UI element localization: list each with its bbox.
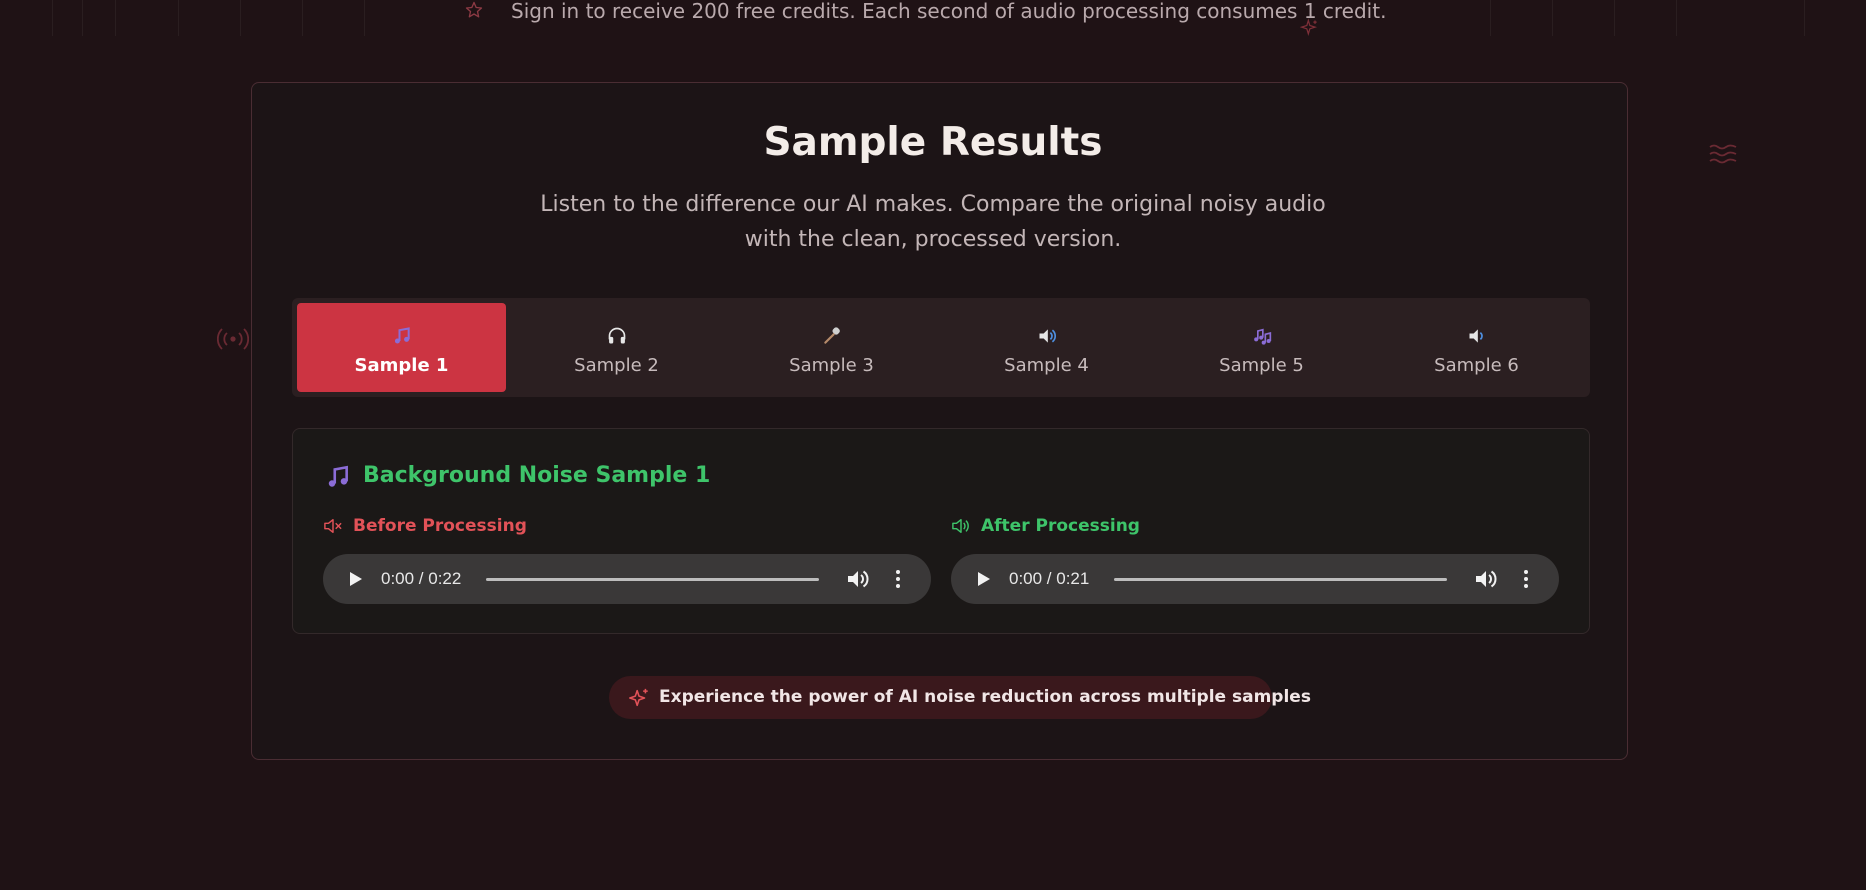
panel-title: Background Noise Sample 1: [363, 463, 711, 488]
volume-icon[interactable]: [1474, 568, 1498, 590]
section-subtitle-line-1: Listen to the difference our AI makes. C…: [540, 192, 1326, 217]
ai-feature-badge: Experience the power of AI noise reducti…: [609, 676, 1311, 719]
sample-tabs: Sample 1 Sample 2 Sample 3 Sample 4 Samp…: [292, 298, 1590, 397]
ai-feature-badge-text: Experience the power of AI noise reducti…: [659, 687, 1311, 707]
credits-banner-text: Sign in to receive 200 free credits. Eac…: [511, 0, 1387, 23]
after-audio-player[interactable]: 0:00 / 0:21: [951, 554, 1559, 604]
sparkle-icon: [1300, 18, 1318, 37]
sample-results-card: [251, 82, 1628, 760]
music-note-icon: [394, 327, 410, 344]
volume-icon[interactable]: [846, 568, 870, 590]
tab-sample-2-label: Sample 2: [574, 355, 659, 376]
more-options-icon[interactable]: [894, 568, 902, 590]
after-audio-seek-bar[interactable]: [1114, 578, 1447, 581]
tab-sample-2[interactable]: Sample 2: [512, 303, 721, 392]
headphones-icon: [608, 327, 625, 344]
section-title: Sample Results: [763, 120, 1103, 165]
tab-sample-6[interactable]: Sample 6: [1372, 303, 1581, 392]
sparkles-icon: [629, 688, 648, 707]
tab-sample-6-label: Sample 6: [1434, 355, 1519, 376]
section-subtitle-line-2: with the clean, processed version.: [744, 227, 1122, 252]
tab-sample-4-label: Sample 4: [1004, 355, 1089, 376]
volume-mute-icon: [324, 518, 342, 534]
tab-sample-5[interactable]: Sample 5: [1157, 303, 1366, 392]
tab-sample-3[interactable]: Sample 3: [727, 303, 936, 392]
credits-banner: Sign in to receive 200 free credits. Eac…: [0, 0, 1866, 24]
before-processing-label: Before Processing: [353, 516, 527, 536]
speaker-icon: [1039, 329, 1056, 343]
tab-sample-3-label: Sample 3: [789, 355, 874, 376]
tab-sample-1[interactable]: Sample 1: [297, 303, 506, 392]
before-audio-player[interactable]: 0:00 / 0:22: [323, 554, 931, 604]
play-icon[interactable]: [973, 569, 993, 589]
volume-up-icon: [952, 518, 969, 534]
broadcast-icon: [217, 328, 249, 350]
before-audio-time: 0:00 / 0:22: [381, 569, 462, 588]
tab-sample-5-label: Sample 5: [1219, 355, 1304, 376]
after-audio-time: 0:00 / 0:21: [1009, 569, 1090, 588]
tab-sample-4[interactable]: Sample 4: [942, 303, 1151, 392]
more-options-icon[interactable]: [1522, 568, 1530, 590]
after-processing-label: After Processing: [981, 516, 1140, 536]
music-notes-icon: [1253, 328, 1271, 345]
speaker-icon: [1469, 329, 1483, 343]
star-icon: [465, 1, 483, 18]
section-subtitle: Listen to the difference our AI makes. C…: [533, 187, 1333, 257]
play-icon[interactable]: [345, 569, 365, 589]
before-audio-seek-bar[interactable]: [486, 578, 819, 581]
music-note-icon: [328, 465, 348, 487]
microphone-icon: [823, 327, 840, 344]
tab-sample-1-label: Sample 1: [354, 355, 449, 376]
page: Sign in to receive 200 free credits. Eac…: [0, 0, 1866, 890]
